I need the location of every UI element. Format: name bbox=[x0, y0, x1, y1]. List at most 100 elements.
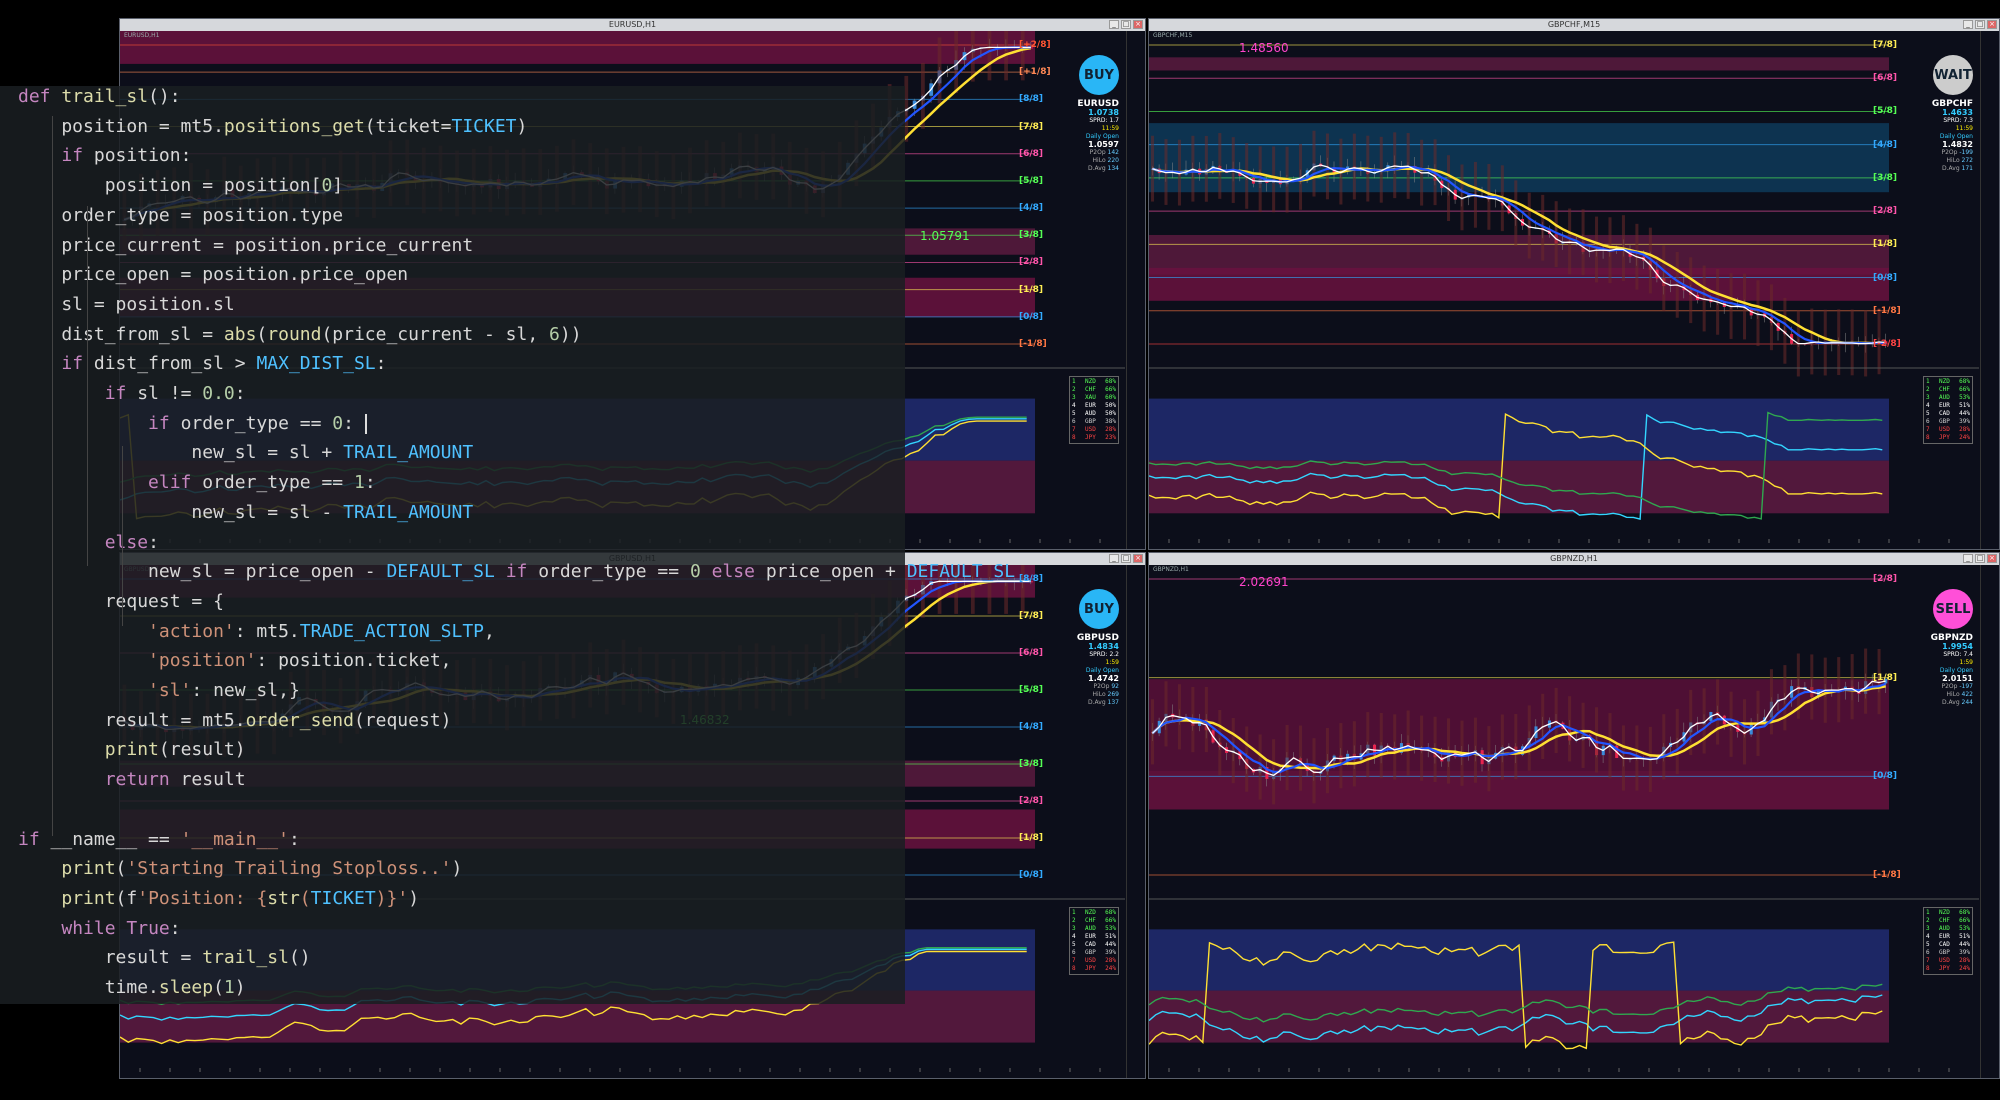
strength-row: 1 NZD 68% bbox=[1072, 378, 1116, 386]
code-line: new_sl = price_open - DEFAULT_SL if orde… bbox=[18, 561, 1016, 583]
stat-value: -197 bbox=[1959, 683, 1973, 690]
cloud-bar bbox=[1487, 726, 1491, 792]
murray-level-label: [6/8] bbox=[1019, 648, 1044, 658]
stat-label: HiLo bbox=[1092, 691, 1106, 698]
strength-percent: 51% bbox=[1959, 402, 1970, 409]
strength-row: 1 NZD 68% bbox=[1926, 909, 1970, 917]
strength-row: 4 EUR 51% bbox=[1926, 402, 1970, 410]
stat-value: 137 bbox=[1107, 699, 1119, 706]
strength-row: 6 GBP 38% bbox=[1072, 418, 1116, 426]
cloud-bar bbox=[1379, 712, 1383, 779]
murray-level-label: [3/8] bbox=[1873, 172, 1898, 183]
strength-row: 5 CAD 44% bbox=[1072, 941, 1116, 949]
close-button[interactable]: × bbox=[1133, 20, 1143, 29]
currency-strength-table: 1 NZD 68% 2 CHF 66% 3 XAU 60% 4 EUR 50% 5 AUD 50% 6 GBP 3… bbox=[1069, 376, 1119, 444]
strength-rank: 8 bbox=[1926, 434, 1930, 441]
window-controls: _ □ × bbox=[1963, 20, 1997, 29]
stat-row: D.Avg 134 bbox=[1069, 165, 1119, 173]
strength-currency: XAU bbox=[1084, 394, 1096, 401]
strength-row: 3 AUD 53% bbox=[1072, 925, 1116, 933]
code-editor-overlay[interactable]: def trail_sl(): position = mt5.positions… bbox=[0, 86, 1015, 1004]
stat-label: D.Avg bbox=[1087, 699, 1106, 706]
maximize-button[interactable]: □ bbox=[1121, 554, 1131, 563]
code-line: 'sl': new_sl,} bbox=[148, 680, 300, 701]
strength-percent: 24% bbox=[1959, 434, 1970, 441]
window-titlebar[interactable]: GBPCHF,M15 _ □ × bbox=[1149, 19, 1999, 31]
stat-label: D.Avg bbox=[1941, 165, 1960, 172]
stat-row: D.Avg 171 bbox=[1923, 165, 1973, 173]
indent-guide bbox=[122, 446, 123, 626]
cloud-bar bbox=[1352, 133, 1356, 200]
window-titlebar[interactable]: EURUSD,H1 _ □ × bbox=[120, 19, 1145, 31]
murray-level-label: [0/8] bbox=[1873, 771, 1898, 782]
cloud-bar bbox=[987, 31, 992, 81]
close-button[interactable]: × bbox=[1133, 554, 1143, 563]
cloud-bar bbox=[1514, 180, 1518, 247]
code-line: position = mt5.positions_get(ticket=TICK… bbox=[18, 115, 528, 137]
strength-row: 8 JPY 24% bbox=[1926, 965, 1970, 973]
strength-currency: GBP bbox=[1938, 949, 1950, 956]
murray-level-label: [4/8] bbox=[1019, 203, 1044, 214]
candle-timer: 1:59 bbox=[1959, 659, 1973, 666]
price-tag-label: 2.02691 bbox=[1239, 575, 1289, 589]
murray-level-label: [2/8] bbox=[1873, 574, 1898, 584]
symbol-info-panel: GBPNZD 1.9954 SPRD: 7.4 1:59 Daily Open 2.015… bbox=[1923, 633, 1973, 707]
strength-row: 5 CAD 44% bbox=[1926, 941, 1970, 949]
murray-level-label: [5/8] bbox=[1019, 685, 1044, 695]
cloud-bar bbox=[1204, 686, 1208, 753]
strength-row: 7 USD 28% bbox=[1072, 957, 1116, 965]
murray-level-label: [6/8] bbox=[1019, 148, 1044, 159]
strength-row: 6 GBP 39% bbox=[1926, 418, 1970, 426]
price-scale bbox=[1126, 565, 1145, 1078]
strength-rank: 1 bbox=[1072, 909, 1076, 916]
minimize-button[interactable]: _ bbox=[1109, 20, 1119, 29]
strength-percent: 44% bbox=[1105, 941, 1116, 948]
cloud-bar bbox=[1164, 681, 1168, 747]
murray-level-label: [2/8] bbox=[1873, 206, 1898, 217]
cloud-bar bbox=[1272, 146, 1276, 213]
cloud-bar bbox=[1595, 707, 1599, 773]
cloud-bar bbox=[1245, 726, 1249, 792]
cloud-bar bbox=[1204, 135, 1208, 202]
strength-rank: 3 bbox=[1926, 394, 1930, 401]
chart-window-gbpchf[interactable]: GBPCHF,M15 _ □ × GBPCHF,M15 WAIT GBPCHF 1.4633 S… bbox=[1148, 18, 2000, 550]
murray-level-label: [2/8] bbox=[1019, 796, 1044, 806]
code-line: print('Starting Trailing Stoploss..') bbox=[61, 858, 463, 880]
maximize-button[interactable]: □ bbox=[1121, 20, 1131, 29]
signal-badge: BUY bbox=[1079, 589, 1119, 629]
minimize-button[interactable]: _ bbox=[1109, 554, 1119, 563]
cloud-bar bbox=[1527, 705, 1531, 771]
chart-window-gbpnzd[interactable]: GBPNZD,H1 _ □ × GBPNZD,H1 SELL GBPNZD 1.9954 SPR… bbox=[1148, 552, 2000, 1079]
strength-percent: 28% bbox=[1959, 426, 1970, 433]
cloud-bar bbox=[1473, 717, 1477, 783]
cloud-bar bbox=[1689, 257, 1693, 324]
close-button[interactable]: × bbox=[1987, 20, 1997, 29]
code-line: order_type = position.type bbox=[18, 204, 344, 226]
window-title: GBPNZD,H1 bbox=[1550, 554, 1598, 563]
cloud-bar bbox=[1258, 146, 1262, 213]
code-line: while True: bbox=[61, 917, 181, 939]
code-line: 'position': position.ticket, bbox=[148, 650, 452, 672]
code-line: dist_from_sl = abs(round(price_current -… bbox=[18, 323, 582, 345]
maximize-button[interactable]: □ bbox=[1975, 554, 1985, 563]
strength-currency: EUR bbox=[1084, 402, 1096, 409]
strength-row: 2 CHF 66% bbox=[1072, 917, 1116, 925]
murray-level-label: [-1/8] bbox=[1873, 870, 1901, 880]
close-button[interactable]: × bbox=[1987, 554, 1997, 563]
strength-rank: 5 bbox=[1072, 410, 1076, 417]
strength-currency: CHF bbox=[1084, 386, 1096, 393]
strength-row: 4 EUR 50% bbox=[1072, 402, 1116, 410]
window-titlebar[interactable]: GBPNZD,H1 _ □ × bbox=[1149, 553, 1999, 565]
cloud-bar bbox=[1810, 654, 1814, 720]
strength-percent: 51% bbox=[1105, 933, 1116, 940]
strength-percent: 44% bbox=[1959, 410, 1970, 417]
minimize-button[interactable]: _ bbox=[1963, 554, 1973, 563]
strength-currency: CHF bbox=[1938, 386, 1950, 393]
strength-currency: USD bbox=[1938, 957, 1950, 964]
indent-guide bbox=[87, 206, 88, 566]
cloud-bar bbox=[1312, 738, 1316, 804]
daily-open-value: 1.4742 bbox=[1088, 674, 1119, 683]
maximize-button[interactable]: □ bbox=[1975, 20, 1985, 29]
minimize-button[interactable]: _ bbox=[1963, 20, 1973, 29]
cloud-bar bbox=[1020, 565, 1025, 614]
